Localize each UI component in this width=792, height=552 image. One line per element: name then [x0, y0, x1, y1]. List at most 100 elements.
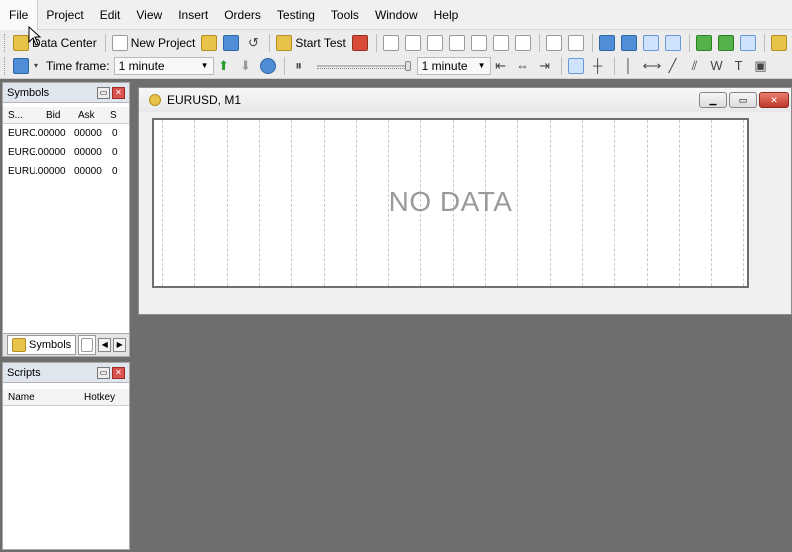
maximize-button[interactable]: ▭	[729, 92, 757, 108]
doc-button-2[interactable]	[403, 33, 423, 53]
toolbar-grip[interactable]	[4, 33, 7, 52]
menu-project[interactable]: Project	[38, 0, 91, 30]
doc-button-4[interactable]	[447, 33, 467, 53]
chart-window-titlebar[interactable]: EURUSD, M1 ▁ ▭ ✕	[139, 88, 791, 112]
toolbar-separator	[375, 33, 377, 52]
step-button[interactable]: ⇔	[513, 56, 533, 76]
doc-button-6[interactable]	[491, 33, 511, 53]
account-button-1[interactable]	[544, 33, 564, 53]
speed-slider[interactable]	[316, 60, 411, 72]
zoom-in-button[interactable]	[597, 33, 617, 53]
save-project-button[interactable]	[221, 33, 241, 53]
chart-template-icon	[13, 57, 29, 74]
horizontal-line-button[interactable]: ⟷	[641, 56, 662, 76]
menu-testing[interactable]: Testing	[269, 0, 323, 30]
text-icon: T	[734, 58, 743, 73]
step-forward-button[interactable]: ⇥	[535, 56, 555, 76]
text-tool-button[interactable]: T	[729, 56, 749, 76]
zoom-out-button[interactable]	[619, 33, 639, 53]
col-bid[interactable]: Bid	[41, 110, 73, 121]
table-row[interactable]: EURG .00000 00000 0	[3, 143, 129, 162]
menu-help[interactable]: Help	[426, 0, 467, 30]
spread-cell: 0	[112, 147, 118, 158]
panel-close-button[interactable]: ✕	[112, 86, 125, 99]
label-tool-button[interactable]: ▣	[751, 56, 771, 76]
menu-orders[interactable]: Orders	[216, 0, 269, 30]
candle-chart-button[interactable]	[663, 33, 683, 53]
panel-float-button[interactable]: ▭	[97, 86, 110, 99]
menu-tools[interactable]: Tools	[323, 0, 367, 30]
tab-scroll-right-button[interactable]: ▶	[113, 338, 127, 352]
col-hotkey[interactable]: Hotkey	[79, 392, 125, 403]
people-icon	[545, 34, 562, 51]
label-icon: ▣	[754, 57, 767, 73]
slider-track	[316, 64, 411, 67]
data-center-button[interactable]: Data Center	[11, 33, 99, 53]
test-settings-button[interactable]	[350, 33, 370, 53]
chart-plot-area[interactable]: NO DATA	[152, 118, 749, 288]
line-chart-button[interactable]	[694, 33, 714, 53]
scripts-panel: Scripts ▭ ✕ Name Hotkey	[2, 362, 130, 550]
close-button[interactable]: ✕	[759, 92, 789, 108]
bar-chart-button[interactable]	[641, 33, 661, 53]
new-project-button[interactable]: New Project	[110, 33, 198, 53]
col-ask[interactable]: Ask	[73, 110, 105, 121]
symbols-table-header: S... Bid Ask S	[3, 107, 129, 124]
pointer-button[interactable]	[566, 56, 586, 76]
expert-icon	[770, 34, 787, 51]
doc-button-7[interactable]	[513, 33, 533, 53]
wave-button[interactable]: W	[707, 56, 727, 76]
up-button[interactable]: ⬆	[214, 56, 234, 76]
pause-icon: ⏸	[295, 57, 302, 73]
menu-edit[interactable]: Edit	[92, 0, 129, 30]
candlestick-button[interactable]	[738, 33, 758, 53]
pause-button[interactable]: ⏸	[289, 56, 309, 76]
chart-window-title: EURUSD, M1	[167, 93, 242, 107]
open-project-button[interactable]	[199, 33, 219, 53]
menu-window[interactable]: Window	[367, 0, 426, 30]
undo-button[interactable]: ↺	[243, 33, 263, 53]
spread-cell: 0	[112, 166, 118, 177]
speed-select[interactable]: 1 minute ▼	[416, 56, 491, 75]
account-button-2[interactable]	[566, 33, 586, 53]
down-button[interactable]: ⬇	[236, 56, 256, 76]
pointer-icon	[567, 57, 584, 74]
table-row[interactable]: EURU .00000 00000 0	[3, 162, 129, 181]
minimize-button[interactable]: ▁	[699, 92, 727, 108]
start-test-button[interactable]: Start Test	[274, 33, 347, 53]
zoom-in-icon	[598, 34, 615, 51]
step-back-button[interactable]: ⇤	[491, 56, 511, 76]
table-row[interactable]: EURC .00000 00000 0	[3, 124, 129, 143]
chart-template-button[interactable]: ▾	[11, 56, 42, 76]
menu-insert[interactable]: Insert	[170, 0, 216, 30]
menu-view[interactable]: View	[128, 0, 170, 30]
panel-float-button[interactable]: ▭	[97, 366, 110, 379]
channel-button[interactable]: ⫽	[685, 56, 705, 76]
trendline-icon: ╱	[668, 57, 677, 73]
step-icon: ⇔	[516, 58, 530, 73]
timeframe-select[interactable]: 1 minute ▼	[113, 56, 214, 75]
doc-button-5[interactable]	[469, 33, 489, 53]
tab-symbols[interactable]: Symbols	[7, 335, 77, 355]
panel-close-button[interactable]: ✕	[112, 366, 125, 379]
tab-list[interactable]	[78, 335, 97, 355]
vertical-line-button[interactable]: │	[619, 56, 639, 76]
slider-thumb[interactable]	[404, 60, 411, 71]
doc-button-3[interactable]	[425, 33, 445, 53]
col-symbol[interactable]: S...	[3, 110, 41, 121]
col-name[interactable]: Name	[3, 392, 79, 403]
bar-chart-icon	[642, 34, 659, 51]
tab-scroll-left-button[interactable]: ◀	[98, 338, 112, 352]
doc-button-1[interactable]	[381, 33, 401, 53]
document-close-icon	[514, 34, 531, 51]
refresh-button[interactable]	[258, 56, 278, 76]
expert-button[interactable]	[769, 33, 789, 53]
ohlc-chart-button[interactable]	[716, 33, 736, 53]
col-spread[interactable]: S	[105, 110, 125, 121]
symbols-tab-strip: Symbols ◀ ▶	[2, 333, 130, 357]
trendline-button[interactable]: ╱	[663, 56, 683, 76]
scripts-table-header: Name Hotkey	[3, 389, 129, 406]
toolbar-grip[interactable]	[4, 56, 7, 75]
crosshair-button[interactable]: ┼	[588, 56, 608, 76]
symbol-cell: EURG	[8, 147, 35, 158]
